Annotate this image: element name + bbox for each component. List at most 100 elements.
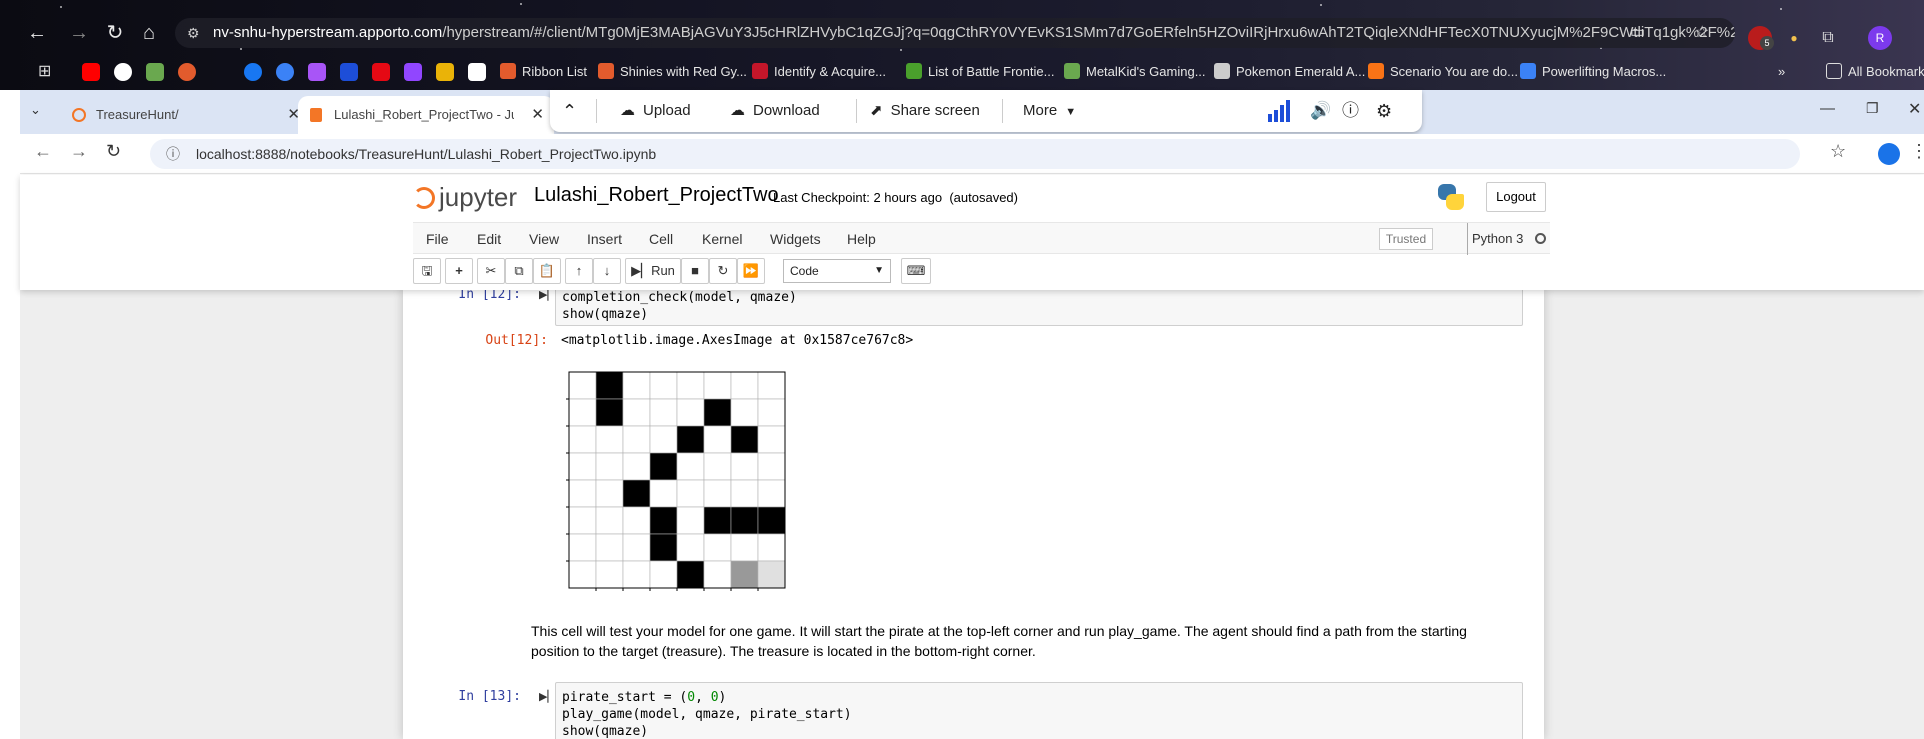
- maze-cell-empty: [757, 371, 786, 400]
- cut-icon[interactable]: ✂: [477, 258, 505, 284]
- logout-button[interactable]: Logout: [1486, 182, 1546, 212]
- extension-icon-2[interactable]: ●: [1782, 26, 1806, 50]
- bookmarks-overflow-icon[interactable]: »: [1778, 62, 1785, 82]
- bookmark-scenario[interactable]: Scenario You are do...: [1368, 62, 1518, 82]
- bookmark-star-icon[interactable]: ☆: [1695, 18, 1709, 48]
- maze-cell-empty: [757, 533, 786, 562]
- maze-cell-wall: [595, 371, 624, 400]
- tab-treasurehunt[interactable]: TreasureHunt/ ✕: [60, 96, 310, 134]
- collapse-chevron-icon[interactable]: ⌃: [562, 90, 577, 132]
- restart-icon[interactable]: ↻: [709, 258, 737, 284]
- upload-button[interactable]: ☁ Upload: [620, 90, 691, 132]
- trophy-icon[interactable]: [436, 63, 454, 81]
- run-cell-icon[interactable]: ▶▏: [539, 690, 556, 703]
- menu-help[interactable]: Help: [847, 223, 876, 255]
- bookmark-identify[interactable]: Identify & Acquire...: [752, 62, 886, 82]
- volume-icon[interactable]: 🔊: [1310, 90, 1331, 132]
- menu-kebab-icon[interactable]: ⋮: [1910, 141, 1924, 162]
- home-icon[interactable]: ⌂: [136, 20, 162, 46]
- menu-file[interactable]: File: [426, 223, 449, 255]
- maze-cell-empty: [730, 371, 759, 400]
- maze-cell-empty: [568, 425, 597, 454]
- bookmark-metalkid[interactable]: MetalKid's Gaming...: [1064, 62, 1206, 82]
- maze-cell-empty: [676, 506, 705, 535]
- maze-cell-empty: [568, 533, 597, 562]
- paste-icon[interactable]: 📋: [533, 258, 561, 284]
- menu-insert[interactable]: Insert: [587, 223, 622, 255]
- extensions-puzzle-icon[interactable]: ⧉: [1816, 26, 1840, 50]
- twitch-icon[interactable]: [404, 63, 422, 81]
- bookmark-ribbon-list[interactable]: Ribbon List: [500, 62, 587, 82]
- run-button[interactable]: ▶▏Run: [625, 258, 681, 284]
- back-icon[interactable]: ←: [24, 20, 50, 46]
- insert-cell-icon[interactable]: +: [445, 258, 473, 284]
- maze-cell-empty: [622, 506, 651, 535]
- reload-icon[interactable]: ↻: [102, 20, 128, 46]
- restore-icon[interactable]: ❐: [1866, 100, 1879, 117]
- tab-project-two[interactable]: Lulashi_Robert_ProjectTwo - Jupyter ✕: [298, 96, 554, 134]
- interrupt-icon[interactable]: ■: [681, 258, 709, 284]
- menu-kernel[interactable]: Kernel: [702, 223, 742, 255]
- youtube-icon[interactable]: [82, 63, 100, 81]
- shield-icon[interactable]: [340, 63, 358, 81]
- globe-icon[interactable]: [276, 63, 294, 81]
- google-icon[interactable]: [114, 63, 132, 81]
- help-icon[interactable]: ⓘ: [1342, 90, 1359, 132]
- menu-cell[interactable]: Cell: [649, 223, 673, 255]
- profile-avatar[interactable]: R: [1868, 26, 1892, 50]
- download-button[interactable]: ☁ Download: [730, 90, 820, 132]
- command-palette-icon[interactable]: ⌨: [901, 258, 931, 284]
- close-tab-icon[interactable]: ✕: [531, 96, 544, 134]
- facebook-icon[interactable]: [244, 63, 262, 81]
- move-up-icon[interactable]: ↑: [565, 258, 593, 284]
- forward-icon[interactable]: →: [70, 141, 88, 162]
- reddit-icon[interactable]: [178, 63, 196, 81]
- all-bookmarks[interactable]: All Bookmarks: [1826, 62, 1924, 82]
- bookmark-icon-3[interactable]: [146, 63, 164, 81]
- bookmark-icon-8[interactable]: [308, 63, 326, 81]
- maze-cell-wall: [622, 479, 651, 508]
- kernel-name[interactable]: Python 3: [1467, 223, 1523, 255]
- save-icon[interactable]: 🖫: [413, 258, 441, 284]
- site-info-icon[interactable]: ⚙: [187, 18, 200, 48]
- install-app-icon[interactable]: ▭: [1630, 18, 1645, 48]
- copy-icon[interactable]: ⧉: [505, 258, 533, 284]
- code-input-cell-13[interactable]: pirate_start = (0, 0) play_game(model, q…: [555, 682, 1523, 739]
- cell-type-select[interactable]: Code ▼: [783, 259, 891, 283]
- forward-icon[interactable]: →: [66, 20, 92, 46]
- run-icon: ▶▏: [631, 263, 652, 278]
- bookmark-powerlifting[interactable]: Powerlifting Macros...: [1520, 62, 1666, 82]
- more-button[interactable]: More ▼: [1023, 90, 1076, 132]
- python-logo-icon: [1436, 182, 1466, 212]
- bookmark-shinies[interactable]: Shinies with Red Gy...: [598, 62, 747, 82]
- maze-cell-empty: [757, 479, 786, 508]
- apps-grid-icon[interactable]: ⊞: [38, 63, 56, 81]
- bookmark-pokemon-emerald[interactable]: Pokemon Emerald A...: [1214, 62, 1365, 82]
- bookmark-battle-frontier[interactable]: List of Battle Frontie...: [906, 62, 1054, 82]
- menu-view[interactable]: View: [529, 223, 559, 255]
- trusted-indicator[interactable]: Trusted: [1379, 228, 1433, 250]
- bookmark-star-icon[interactable]: ☆: [1830, 141, 1846, 162]
- reload-icon[interactable]: ↻: [106, 141, 121, 162]
- amazon-icon[interactable]: [468, 63, 486, 81]
- restart-run-all-icon[interactable]: ⏩: [737, 258, 765, 284]
- back-icon[interactable]: ←: [34, 141, 52, 162]
- close-window-icon[interactable]: ✕: [1908, 99, 1921, 119]
- inner-address-bar[interactable]: ⓘ localhost:8888/notebooks/TreasureHunt/…: [150, 139, 1800, 169]
- maze-cell-empty: [676, 479, 705, 508]
- bookmark-favicon: [906, 63, 922, 79]
- tab-search-chevron-icon[interactable]: ⌄: [30, 102, 41, 118]
- outer-address-bar[interactable]: ⚙ nv-snhu-hyperstream.apporto.com/hypers…: [175, 18, 1735, 48]
- menu-widgets[interactable]: Widgets: [770, 223, 821, 255]
- bookmark-favicon: [752, 63, 768, 79]
- maze-cell-wall: [703, 398, 732, 427]
- jupyter-logo[interactable]: jupyter: [413, 182, 517, 212]
- notebook-title[interactable]: Lulashi_Robert_ProjectTwo: [534, 184, 779, 207]
- settings-gear-icon[interactable]: ⚙: [1376, 90, 1392, 132]
- share-screen-button[interactable]: ⬈ Share screen: [870, 90, 980, 132]
- netflix-icon[interactable]: [372, 63, 390, 81]
- profile-icon[interactable]: [1878, 143, 1900, 165]
- move-down-icon[interactable]: ↓: [593, 258, 621, 284]
- menu-edit[interactable]: Edit: [477, 223, 501, 255]
- minimize-icon[interactable]: —: [1820, 100, 1835, 117]
